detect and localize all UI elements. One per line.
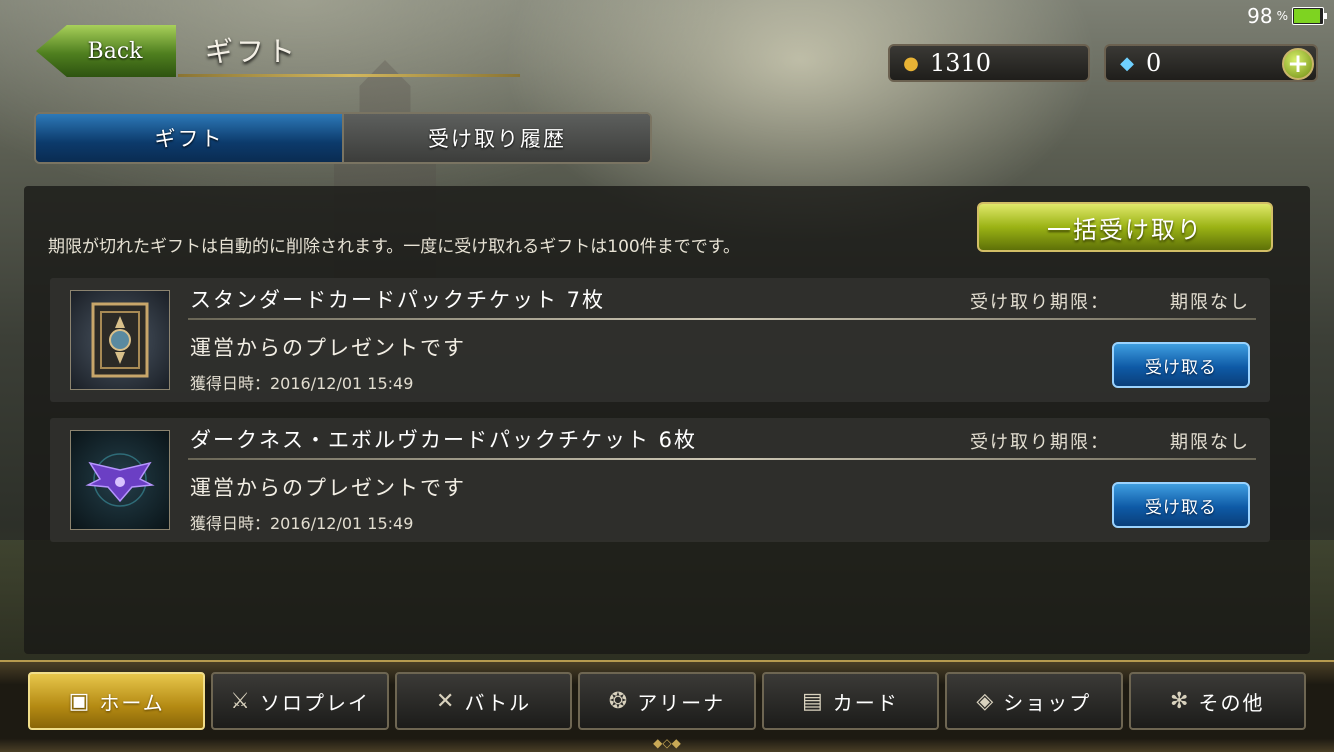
nav-label: ショップ: [1003, 690, 1092, 715]
nav-label: その他: [1198, 690, 1265, 715]
nav-arena[interactable]: ❂ アリーナ: [578, 672, 756, 730]
gift-description: 運営からのプレゼントです: [190, 476, 466, 500]
battery-icon: [1292, 7, 1327, 25]
nav-label: アリーナ: [637, 690, 726, 715]
gift-name: ダークネス・エボルヴカードパックチケット 6枚: [190, 428, 698, 452]
nav-label: カード: [832, 690, 899, 715]
tab-gift[interactable]: ギフト: [36, 114, 344, 162]
plus-icon: +: [1287, 49, 1309, 79]
cards-icon: ▤: [802, 688, 825, 714]
nav-shop[interactable]: ◈ ショップ: [945, 672, 1123, 730]
deadline-label: 受け取り期限：: [970, 432, 1110, 453]
darkness-evolve-card-pack-icon: [70, 430, 170, 530]
title-underline: [178, 74, 520, 77]
nav-label: ソロプレイ: [260, 690, 370, 715]
nav-battle[interactable]: ✕ バトル: [394, 672, 573, 730]
coin-counter: ● 1310: [888, 44, 1090, 82]
crystal-shop-icon: ◈: [976, 688, 996, 714]
crossed-swords-icon: ✕: [436, 688, 457, 714]
gift-divider: [188, 458, 1256, 460]
gift-description: 運営からのプレゼントです: [190, 336, 466, 360]
nav-other[interactable]: ✻ その他: [1128, 672, 1306, 730]
page-title: ギフト: [205, 35, 299, 68]
other-icon: ✻: [1170, 688, 1191, 714]
nav-label: ホーム: [99, 690, 165, 715]
crystal-counter: ◆ 0 +: [1104, 44, 1318, 82]
nav-card[interactable]: ▤ カード: [761, 672, 940, 730]
deadline-label: 受け取り期限：: [970, 292, 1110, 313]
gift-item: スタンダードカードパックチケット 7枚 受け取り期限： 期限なし 運営からのプレ…: [50, 278, 1270, 402]
percent-sign: %: [1276, 9, 1288, 23]
gift-date: 獲得日時：2016/12/01 15:49: [190, 514, 414, 533]
status-bar: 98%: [1247, 4, 1327, 28]
deadline-value: 期限なし: [1170, 432, 1250, 453]
expiry-notice: 期限が切れたギフトは自動的に削除されます。一度に受け取れるギフトは100件までで…: [48, 237, 741, 257]
gift-name: スタンダードカードパックチケット 7枚: [190, 288, 606, 312]
bulk-receive-button[interactable]: 一括受け取り: [977, 202, 1273, 252]
battery-percent: 98: [1247, 4, 1273, 28]
coin-bag-icon: ●: [903, 52, 919, 74]
receive-button[interactable]: 受け取る: [1112, 342, 1250, 388]
crystal-amount: 0: [1146, 49, 1162, 77]
gift-item: ダークネス・エボルヴカードパックチケット 6枚 受け取り期限： 期限なし 運営か…: [50, 418, 1270, 542]
nav-solo-play[interactable]: ⚔ ソロプレイ: [211, 672, 389, 730]
receive-button[interactable]: 受け取る: [1112, 482, 1250, 528]
bottom-navigation: ▣ ホーム ⚔ ソロプレイ ✕ バトル ❂ アリーナ ▤ カード ◈ ショップ …: [0, 660, 1334, 752]
nav-home[interactable]: ▣ ホーム: [28, 672, 206, 730]
ornament-icon: ◆◇◆: [653, 736, 681, 750]
sword-shield-icon: ⚔: [230, 688, 252, 714]
gift-date: 獲得日時：2016/12/01 15:49: [190, 374, 414, 393]
tab-receive-history[interactable]: 受け取り履歴: [344, 114, 650, 162]
deadline-value: 期限なし: [1170, 292, 1250, 313]
back-button[interactable]: Back: [36, 25, 176, 77]
standard-card-pack-icon: [70, 290, 170, 390]
coin-amount: 1310: [930, 49, 992, 77]
nav-label: バトル: [464, 690, 532, 715]
gift-divider: [188, 318, 1256, 320]
arena-icon: ❂: [608, 688, 630, 714]
gift-tabs: ギフト 受け取り履歴: [34, 112, 652, 164]
add-crystal-button[interactable]: +: [1282, 48, 1314, 80]
crystal-icon: ◆: [1120, 52, 1134, 74]
home-icon: ▣: [68, 688, 92, 714]
nav-items: ▣ ホーム ⚔ ソロプレイ ✕ バトル ❂ アリーナ ▤ カード ◈ ショップ …: [28, 672, 1306, 730]
